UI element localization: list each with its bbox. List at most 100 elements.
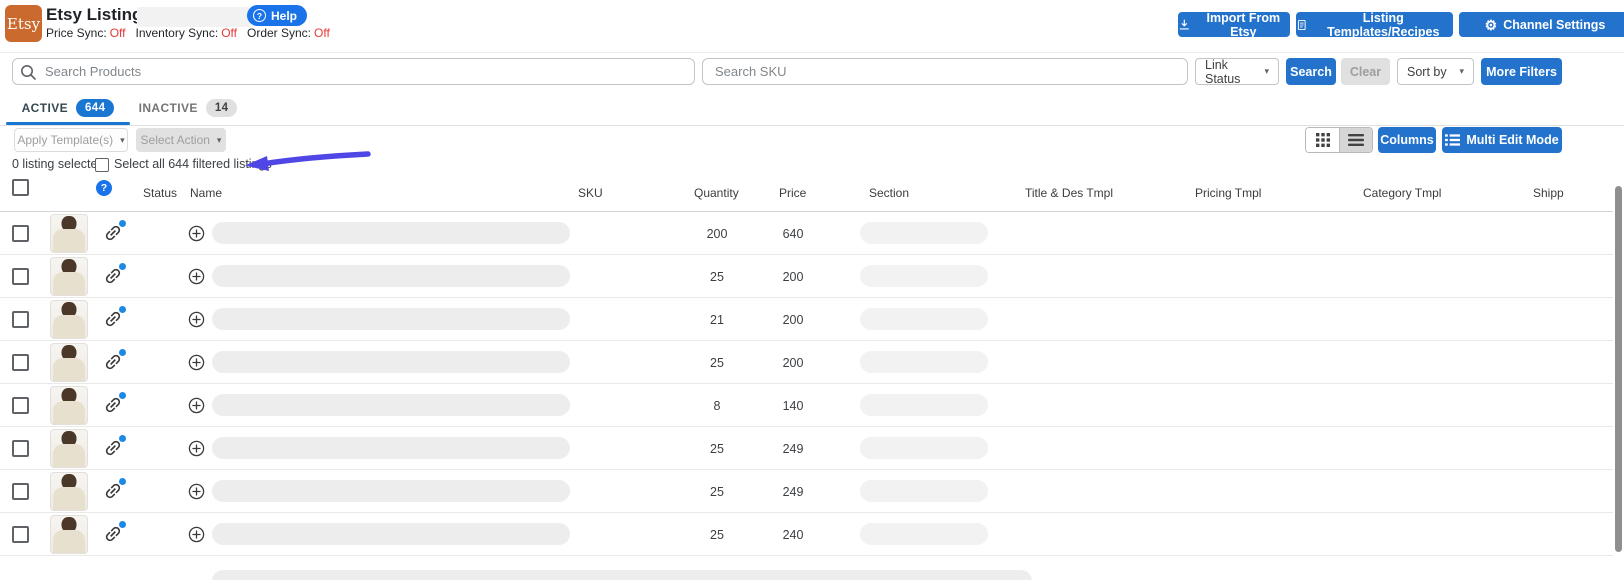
multi-edit-list-icon: [1445, 134, 1460, 146]
tab-active[interactable]: ACTIVE 644: [6, 93, 130, 122]
table-row: 8 140: [0, 384, 1613, 427]
listing-templates-button[interactable]: Listing Templates/Recipes: [1296, 12, 1453, 37]
row-price: 640: [758, 227, 828, 241]
etsy-logo: Etsy: [5, 5, 42, 42]
chevron-down-icon: ▾: [1459, 66, 1464, 77]
row-price: 249: [758, 442, 828, 456]
table-body: 200 640 25 200: [0, 212, 1613, 556]
sort-by-dropdown[interactable]: Sort by ▾: [1397, 58, 1474, 85]
link-status-icon[interactable]: [103, 309, 123, 329]
row-checkbox[interactable]: [12, 268, 29, 285]
col-header-title-des-tmpl[interactable]: Title & Des Tmpl: [1025, 186, 1113, 200]
expand-row-button[interactable]: [188, 268, 205, 285]
link-status-icon[interactable]: [103, 395, 123, 415]
etsy-listings-page: Etsy Etsy Listings - ? Help Price Sync:O…: [0, 0, 1624, 580]
row-quantity: 25: [682, 356, 752, 370]
linked-indicator-dot: [119, 306, 126, 313]
redacted-name-bar: [212, 351, 570, 373]
plus-circle-icon: [188, 483, 205, 500]
inventory-sync-value: Off: [221, 26, 237, 40]
col-header-shipping-tmpl[interactable]: Shipp: [1533, 186, 1564, 200]
row-checkbox[interactable]: [12, 225, 29, 242]
more-filters-button[interactable]: More Filters: [1481, 58, 1562, 85]
row-checkbox[interactable]: [12, 526, 29, 543]
list-view-button[interactable]: [1339, 128, 1372, 152]
multi-edit-mode-button[interactable]: Multi Edit Mode: [1442, 127, 1562, 153]
col-header-status[interactable]: Status: [143, 186, 177, 200]
row-quantity: 25: [682, 528, 752, 542]
channel-settings-button[interactable]: ⚙ Channel Settings: [1459, 12, 1624, 37]
select-all-checkbox[interactable]: [95, 158, 109, 172]
row-price: 249: [758, 485, 828, 499]
link-status-icon[interactable]: [103, 352, 123, 372]
link-status-dropdown[interactable]: Link Status ▾: [1195, 58, 1279, 85]
link-status-icon[interactable]: [103, 266, 123, 286]
redacted-name-bar: [212, 523, 570, 545]
col-header-sku[interactable]: SKU: [578, 186, 603, 200]
search-products-input[interactable]: [12, 58, 695, 85]
view-toggle-group: [1305, 127, 1373, 153]
col-header-section[interactable]: Section: [869, 186, 909, 200]
row-quantity: 21: [682, 313, 752, 327]
download-icon: [1178, 18, 1191, 32]
apply-templates-dropdown[interactable]: Apply Template(s) ▾: [14, 128, 128, 152]
product-thumbnail[interactable]: [50, 343, 88, 382]
search-sku-input[interactable]: [702, 58, 1188, 85]
redacted-name-bar: [212, 394, 570, 416]
order-sync-value: Off: [314, 26, 330, 40]
col-header-name[interactable]: Name: [190, 186, 222, 200]
table-row: 25 200: [0, 341, 1613, 384]
row-quantity: 25: [682, 485, 752, 499]
col-header-quantity[interactable]: Quantity: [694, 186, 739, 200]
thumbnail-shirt-art: [53, 315, 85, 338]
product-thumbnail[interactable]: [50, 515, 88, 554]
tab-inactive[interactable]: INACTIVE 14: [133, 93, 243, 122]
expand-row-button[interactable]: [188, 354, 205, 371]
select-action-dropdown[interactable]: Select Action ▾: [136, 128, 226, 152]
import-from-etsy-button[interactable]: Import From Etsy: [1178, 12, 1290, 37]
expand-row-button[interactable]: [188, 397, 205, 414]
row-checkbox[interactable]: [12, 483, 29, 500]
expand-row-button[interactable]: [188, 311, 205, 328]
clear-button[interactable]: Clear: [1341, 58, 1390, 85]
link-status-icon[interactable]: [103, 524, 123, 544]
expand-row-button[interactable]: [188, 483, 205, 500]
col-header-category-tmpl[interactable]: Category Tmpl: [1363, 186, 1441, 200]
question-circle-icon: ?: [253, 9, 266, 22]
plus-circle-icon: [188, 526, 205, 543]
row-checkbox[interactable]: [12, 397, 29, 414]
plus-circle-icon: [188, 225, 205, 242]
row-checkbox[interactable]: [12, 311, 29, 328]
expand-row-button[interactable]: [188, 225, 205, 242]
product-thumbnail[interactable]: [50, 429, 88, 468]
product-thumbnail[interactable]: [50, 300, 88, 339]
product-thumbnail[interactable]: [50, 472, 88, 511]
link-status-help-icon[interactable]: ?: [96, 180, 112, 196]
link-status-icon[interactable]: [103, 438, 123, 458]
expand-row-button[interactable]: [188, 440, 205, 457]
product-thumbnail[interactable]: [50, 386, 88, 425]
table-row: 25 240: [0, 513, 1613, 556]
redacted-section-bar: [860, 394, 988, 416]
help-button[interactable]: ? Help: [247, 5, 307, 26]
annotation-arrow: [240, 148, 372, 176]
row-checkbox[interactable]: [12, 354, 29, 371]
row-checkbox[interactable]: [12, 440, 29, 457]
price-sync-status: Price Sync:Off: [46, 26, 125, 40]
grid-view-button[interactable]: [1306, 128, 1339, 152]
search-button[interactable]: Search: [1286, 58, 1336, 85]
tabs-bottom-border: [0, 125, 1624, 126]
link-status-icon[interactable]: [103, 481, 123, 501]
product-thumbnail[interactable]: [50, 257, 88, 296]
product-thumbnail[interactable]: [50, 214, 88, 253]
expand-row-button[interactable]: [188, 526, 205, 543]
link-status-icon[interactable]: [103, 223, 123, 243]
col-header-pricing-tmpl[interactable]: Pricing Tmpl: [1195, 186, 1261, 200]
table-row: 25 249: [0, 470, 1613, 513]
table-row: 25 200: [0, 255, 1613, 298]
vertical-scrollbar[interactable]: [1615, 186, 1622, 552]
col-header-price[interactable]: Price: [779, 186, 806, 200]
price-sync-value: Off: [110, 26, 126, 40]
header-select-all-checkbox[interactable]: [12, 179, 29, 196]
columns-button[interactable]: Columns: [1378, 127, 1436, 153]
